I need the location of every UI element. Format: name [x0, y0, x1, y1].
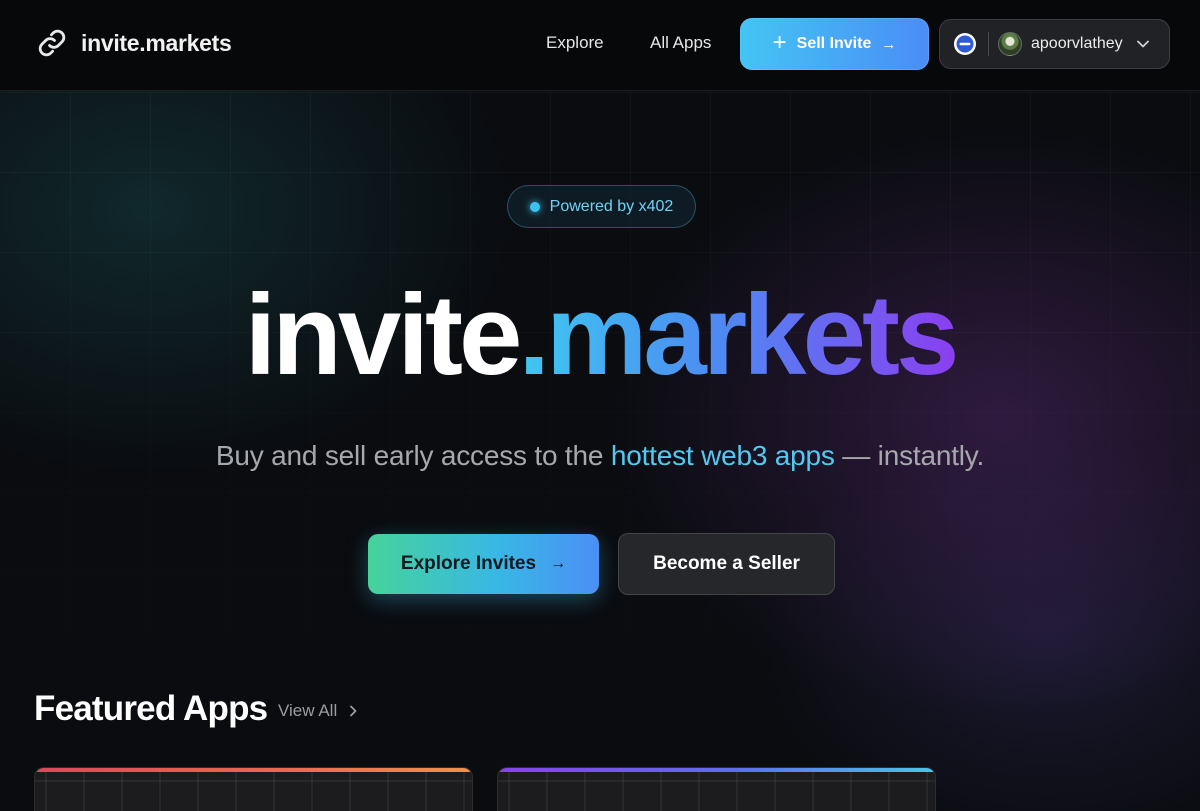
- arrow-right-icon: →: [881, 35, 897, 53]
- status-dot-icon: [529, 201, 540, 212]
- featured-app-card[interactable]: [497, 767, 936, 811]
- username: apoorvlathey: [1031, 35, 1123, 52]
- tagline-highlight: hottest web3 apps: [610, 440, 835, 471]
- link-chain-icon: [38, 29, 66, 57]
- featured-app-card[interactable]: [34, 767, 473, 811]
- card-cover-pattern: [35, 772, 472, 811]
- hero-title: invite.markets: [0, 276, 1200, 396]
- brand-logo[interactable]: invite.markets: [37, 28, 232, 58]
- card-cover-pattern: [498, 772, 935, 811]
- nav-link-all-apps[interactable]: All Apps: [650, 33, 711, 53]
- explore-invites-button[interactable]: Explore Invites →: [368, 534, 599, 594]
- view-all-link[interactable]: View All: [278, 701, 359, 721]
- wallet-network-icon: [954, 33, 976, 55]
- hero-title-part2: .markets: [518, 272, 959, 399]
- view-all-label: View All: [278, 701, 338, 720]
- hero-tagline: Buy and sell early access to the hottest…: [0, 440, 1200, 472]
- sell-invite-label: Sell Invite: [796, 35, 872, 52]
- account-divider: [988, 32, 989, 56]
- page: invite.markets Explore All Apps + Sell I…: [0, 0, 1200, 811]
- tagline-after: — instantly.: [834, 440, 985, 471]
- plus-icon: +: [772, 29, 787, 56]
- featured-apps-heading: Featured Apps: [34, 689, 268, 728]
- become-seller-button[interactable]: Become a Seller: [618, 533, 835, 595]
- chevron-right-icon: [350, 705, 357, 717]
- arrow-right-icon: →: [550, 555, 567, 572]
- hero-title-part1: invite: [244, 272, 523, 399]
- chevron-down-icon: [1136, 40, 1149, 48]
- account-menu-button[interactable]: apoorvlathey: [939, 19, 1170, 69]
- top-navbar: invite.markets Explore All Apps + Sell I…: [0, 0, 1200, 91]
- badge-label: Powered by x402: [549, 197, 674, 215]
- brand-name: invite.markets: [81, 29, 232, 56]
- explore-invites-label: Explore Invites: [400, 553, 537, 574]
- sell-invite-button[interactable]: + Sell Invite →: [740, 18, 929, 70]
- tagline-before: Buy and sell early access to the: [215, 440, 611, 471]
- nav-link-explore[interactable]: Explore: [546, 33, 604, 53]
- avatar: [998, 32, 1022, 56]
- powered-by-badge: Powered by x402: [507, 185, 696, 228]
